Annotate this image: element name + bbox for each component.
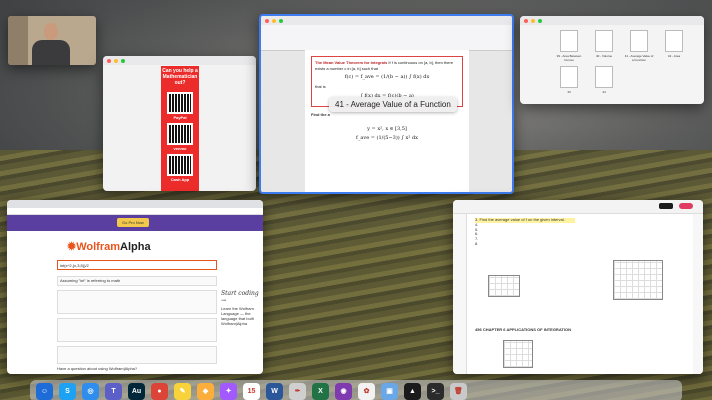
footer-text: Have a question about using Wolfram|Alph… bbox=[57, 366, 138, 371]
file-icon[interactable] bbox=[560, 30, 578, 52]
account-avatar[interactable] bbox=[679, 203, 693, 209]
find-text: Find the a bbox=[311, 111, 330, 117]
address-bar[interactable] bbox=[7, 208, 263, 215]
minimize-icon[interactable] bbox=[114, 58, 118, 63]
wolfram-logo: ✹WolframAlpha bbox=[67, 241, 151, 253]
result-pod bbox=[57, 318, 217, 342]
teams-icon[interactable]: T bbox=[105, 382, 122, 400]
finder-window[interactable]: 39 - Area Between Curves 40 - Volume 41 … bbox=[520, 16, 704, 104]
venmo-label: venmo bbox=[173, 146, 187, 152]
logo-text-a: Wolfram bbox=[76, 241, 121, 253]
share-button[interactable] bbox=[659, 203, 673, 209]
theorem-title: The Mean Value Theorem for Integrals bbox=[315, 60, 388, 65]
antiderivative-pod bbox=[57, 346, 217, 364]
problem-item: 8. bbox=[475, 240, 479, 246]
dock: ☺ S ◎ T Au ● ✎ ◆ ✦ 15 W ✒ X ◉ ✿ ▣ ▲ >_ 🗑 bbox=[30, 380, 682, 400]
input-result-pod bbox=[57, 290, 217, 314]
browser-tabs[interactable] bbox=[7, 200, 263, 208]
promo-text: Learn the Wolfram Language — the languag… bbox=[221, 306, 254, 326]
textbook-graph bbox=[488, 275, 520, 297]
ink-icon[interactable]: ✒ bbox=[289, 382, 306, 400]
close-icon[interactable] bbox=[107, 58, 111, 63]
terminal-icon[interactable]: >_ bbox=[427, 382, 444, 400]
window-titlebar bbox=[103, 56, 256, 65]
window-titlebar bbox=[261, 16, 512, 25]
logo-text-b: Alpha bbox=[120, 241, 151, 253]
venmo-qr-code[interactable] bbox=[167, 123, 193, 146]
preview-icon[interactable]: ▣ bbox=[381, 382, 398, 400]
document-page[interactable]: The Mean Value Theorem for Integrals If … bbox=[305, 50, 469, 192]
podcast-icon[interactable]: ◉ bbox=[335, 382, 352, 400]
file-icon[interactable] bbox=[595, 30, 613, 52]
problem-item: 3. Find the average value of f on the gi… bbox=[475, 217, 575, 223]
favg-equation: f_ave = (1/(5−3)) ∫ x² dx bbox=[356, 134, 418, 141]
promo-banner: Go Pro Now bbox=[7, 215, 263, 231]
presenter-body bbox=[32, 40, 70, 65]
file-icon[interactable] bbox=[630, 30, 648, 52]
textbook-graph bbox=[613, 260, 663, 300]
file-name: 39 - Area Between Curves bbox=[556, 54, 582, 62]
file-name: 42 - Area bbox=[667, 54, 681, 58]
file-icon[interactable] bbox=[665, 30, 683, 52]
safari-icon[interactable]: ◎ bbox=[82, 382, 99, 400]
close-icon[interactable] bbox=[524, 18, 528, 23]
webcam-window[interactable] bbox=[8, 16, 96, 65]
trash-icon[interactable]: 🗑 bbox=[450, 382, 467, 400]
calendar-icon[interactable]: 15 bbox=[243, 382, 260, 400]
audition-icon[interactable]: Au bbox=[128, 382, 145, 400]
problem-list: 3. Find the average value of f on the gi… bbox=[475, 217, 575, 247]
pdf-toolbar[interactable] bbox=[453, 200, 703, 214]
file-icon[interactable] bbox=[560, 66, 578, 88]
document-ribbon[interactable] bbox=[261, 25, 512, 51]
minimize-icon[interactable] bbox=[272, 18, 276, 23]
zoom-icon[interactable] bbox=[279, 18, 283, 23]
interpretation-box: Assuming "int" is referring to math bbox=[57, 276, 217, 286]
zoom-icon[interactable] bbox=[121, 58, 125, 63]
finder-icon[interactable]: ☺ bbox=[36, 382, 53, 400]
file-name: 41 - Average Value of a Function bbox=[624, 54, 654, 62]
chapter-heading: 456 CHAPTER 6 APPLICATIONS OF INTEGRATIO… bbox=[475, 327, 571, 333]
file-icon[interactable] bbox=[595, 66, 613, 88]
activity-icon[interactable]: ▲ bbox=[404, 382, 421, 400]
that-is-label: that is bbox=[315, 84, 326, 90]
cashapp-qr-code[interactable] bbox=[167, 154, 193, 177]
close-icon[interactable] bbox=[265, 18, 269, 23]
sketch-icon[interactable]: ◆ bbox=[197, 382, 214, 400]
figma-icon[interactable]: ✦ bbox=[220, 382, 237, 400]
page-number: 456 bbox=[475, 327, 482, 332]
skype-icon[interactable]: S bbox=[59, 382, 76, 400]
notes-icon[interactable]: ✎ bbox=[174, 382, 191, 400]
chapter-title: CHAPTER 6 APPLICATIONS OF INTEGRATION bbox=[482, 327, 571, 332]
paypal-qr-code[interactable] bbox=[167, 92, 193, 115]
browser-window[interactable]: Go Pro Now ✹WolframAlpha int(x^2,{x,3,5}… bbox=[7, 200, 263, 374]
donation-panel: Can you help a Mathematician out? PayPal… bbox=[161, 66, 199, 191]
promo-sidebar: Start coding → Learn the Wolfram Languag… bbox=[221, 290, 261, 326]
zoom-icon[interactable] bbox=[538, 18, 542, 23]
window-caption: 41 - Average Value of a Function bbox=[329, 97, 457, 112]
minimize-icon[interactable] bbox=[531, 18, 535, 23]
file-name: 40 - Volume bbox=[595, 54, 612, 58]
function-definition: y = x², x ∈ [3,5] bbox=[367, 125, 407, 132]
donation-heading: Can you help a Mathematician out? bbox=[162, 68, 198, 86]
search-input[interactable]: int(x^2,{x,3,5})/2 bbox=[57, 260, 217, 270]
donation-window[interactable]: Can you help a Mathematician out? PayPal… bbox=[103, 56, 256, 191]
tools-sidebar[interactable] bbox=[453, 214, 467, 374]
photos-icon[interactable]: ✿ bbox=[358, 382, 375, 400]
upgrade-button[interactable]: Go Pro Now bbox=[117, 218, 149, 227]
textbook-graph bbox=[503, 340, 533, 368]
file-name: 43 bbox=[567, 90, 571, 94]
webcam-background bbox=[8, 16, 28, 65]
right-sidebar[interactable] bbox=[693, 214, 703, 374]
word-icon[interactable]: W bbox=[266, 382, 283, 400]
excel-icon[interactable]: X bbox=[312, 382, 329, 400]
equation-favg: f(c) = f_ave = (1/(b − a)) ∫ f(x) dx bbox=[344, 74, 430, 81]
file-name: 44 bbox=[602, 90, 606, 94]
cashapp-label: Cash App bbox=[170, 177, 190, 183]
start-coding-text: Start coding → bbox=[221, 290, 259, 304]
chrome-icon[interactable]: ● bbox=[151, 382, 168, 400]
window-titlebar bbox=[520, 16, 704, 25]
presenter-head bbox=[44, 23, 58, 40]
pdf-window[interactable]: 3. Find the average value of f on the gi… bbox=[453, 200, 703, 374]
paypal-label: PayPal bbox=[173, 115, 187, 121]
